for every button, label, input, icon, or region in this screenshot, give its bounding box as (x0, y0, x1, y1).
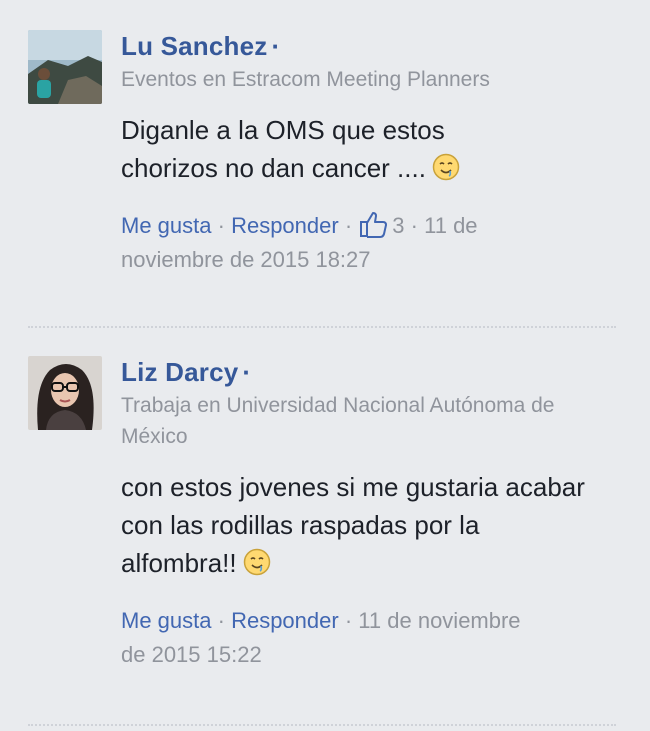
comment-text-block: con estos jovenes si me gustaria acabar … (121, 468, 601, 582)
comment-list: Lu Sanchez · Eventos en Estracom Meeting … (0, 0, 650, 731)
comment-text: Diganle a la OMS que estos chorizos no d… (121, 115, 445, 183)
separator-dot: · (271, 31, 281, 61)
drooling-face-icon (432, 153, 460, 181)
reply-link[interactable]: Responder (231, 213, 339, 238)
author-subtitle: Eventos en Estracom Meeting Planners (121, 68, 490, 91)
comment-divider (28, 326, 616, 328)
author-name[interactable]: Lu Sanchez (121, 31, 267, 61)
reply-link[interactable]: Responder (231, 608, 339, 633)
comment-text: con estos jovenes si me gustaria acabar … (121, 472, 585, 578)
comment-actions: Me gusta · Responder · 11 de noviembre d… (121, 604, 521, 672)
comment-actions: Me gusta · Responder · 3 · 11 de noviemb… (121, 209, 581, 277)
author-subtitle: Trabaja en Universidad Nacional Autónoma… (121, 394, 555, 448)
thumbs-up-icon[interactable] (358, 210, 388, 238)
separator-dot: · (410, 213, 418, 238)
comment-text-block: Diganle a la OMS que estos chorizos no d… (121, 111, 541, 187)
avatar[interactable] (28, 30, 102, 104)
separator-dot: · (217, 608, 225, 633)
like-link[interactable]: Me gusta (121, 608, 212, 633)
like-link[interactable]: Me gusta (121, 213, 212, 238)
separator-dot: · (217, 213, 225, 238)
drooling-face-icon (243, 548, 271, 576)
comment-divider (28, 724, 616, 726)
separator-dot: · (344, 213, 353, 238)
avatar[interactable] (28, 356, 102, 430)
separator-dot: · (242, 357, 252, 387)
separator-dot: · (344, 608, 353, 633)
author-name[interactable]: Liz Darcy (121, 357, 238, 387)
like-count[interactable]: 3 (392, 213, 404, 238)
